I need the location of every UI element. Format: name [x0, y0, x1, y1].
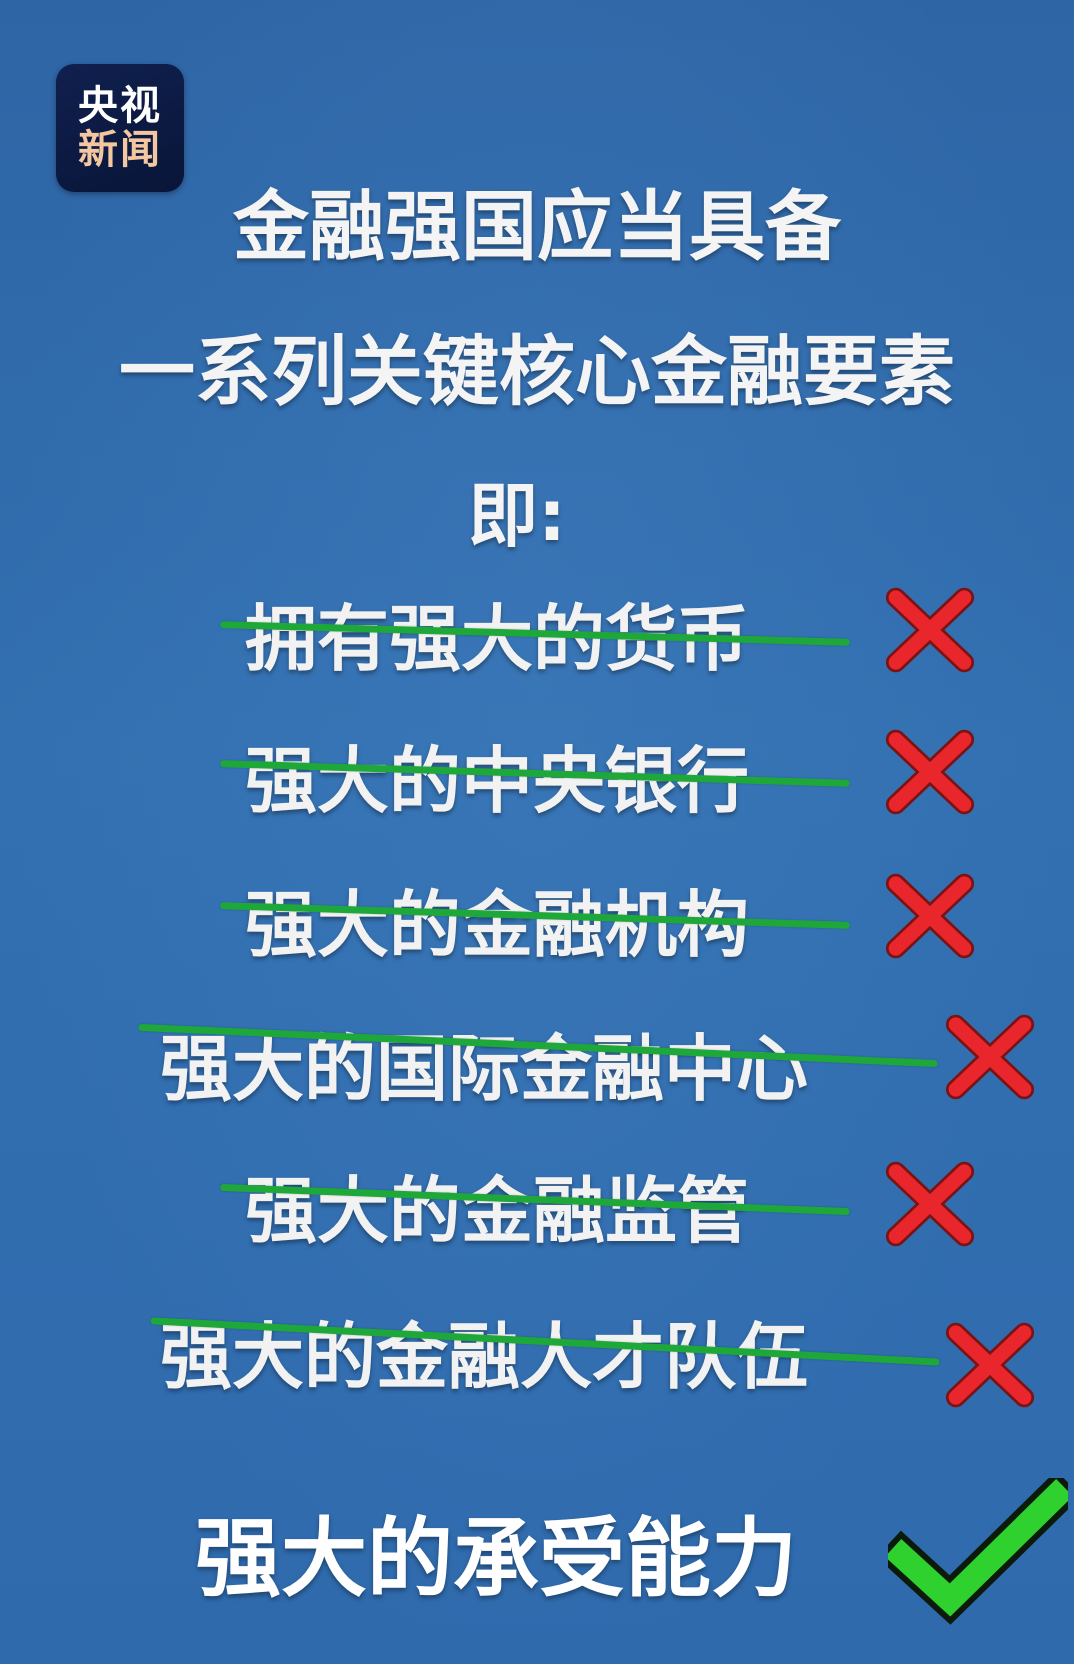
red-x-icon	[945, 1322, 1035, 1408]
red-x-icon	[885, 1161, 975, 1247]
headline-line-3: 即:	[468, 475, 566, 557]
headline-line-1: 金融强国应当具备	[233, 182, 841, 271]
list-item: 强大的金融监管	[0, 1152, 1074, 1253]
list-item: 强大的金融机构	[0, 866, 1074, 967]
list-item: 拥有强大的货币	[0, 580, 1074, 681]
green-check-icon	[888, 1478, 1068, 1625]
red-x-icon	[945, 1014, 1035, 1100]
red-x-icon	[885, 873, 975, 959]
red-x-icon	[885, 587, 975, 673]
list-item: 强大的中央银行	[0, 722, 1074, 823]
headline-line-2: 一系列关键核心金融要素	[119, 327, 955, 416]
list-item: 强大的国际金融中心	[0, 1010, 1074, 1111]
logo-line-1: 央视	[78, 83, 162, 129]
crossed-item-text: 强大的国际金融中心	[160, 1027, 809, 1111]
red-x-icon	[885, 729, 975, 815]
correct-answer-text: 强大的承受能力	[195, 1509, 797, 1609]
list-item: 强大的金融人才队伍	[0, 1298, 1074, 1408]
